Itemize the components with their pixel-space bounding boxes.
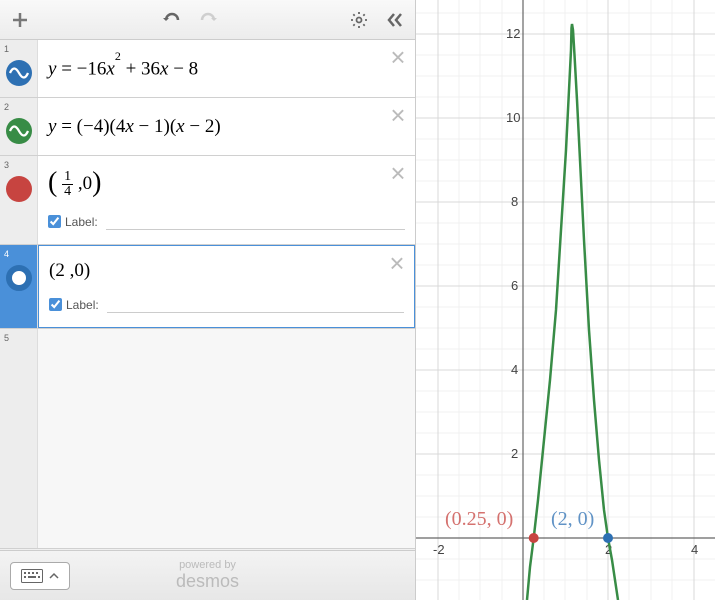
delete-icon[interactable]: ×	[386, 252, 408, 274]
collapse-button[interactable]	[383, 8, 407, 32]
label-input[interactable]	[106, 213, 405, 230]
label-input[interactable]	[107, 296, 404, 313]
expression-row-empty[interactable]: 5	[0, 329, 415, 549]
expression-list: 1 y = −16x2 + 36x − 8 × 2	[0, 40, 415, 550]
point-icon-red[interactable]	[6, 176, 32, 202]
svg-text:12: 12	[506, 26, 520, 41]
expression-index: 5	[0, 329, 38, 548]
wave-icon-blue[interactable]	[6, 60, 32, 86]
axis-labels: -2 2 4 2 4 6 8 10 12	[433, 26, 698, 557]
footer: powered by desmos	[0, 550, 415, 600]
expression-input[interactable]: ( 14 ,0) Label: ×	[38, 156, 415, 244]
delete-icon[interactable]: ×	[387, 46, 409, 68]
point-icon-blue[interactable]	[6, 265, 32, 291]
svg-text:10: 10	[506, 110, 520, 125]
label-text: Label:	[65, 215, 98, 229]
expression-index: 4	[0, 245, 38, 328]
label-checkbox[interactable]	[49, 298, 62, 311]
chevron-up-icon	[49, 572, 59, 580]
keyboard-icon	[21, 569, 43, 583]
expression-panel: 1 y = −16x2 + 36x − 8 × 2	[0, 0, 416, 600]
delete-icon[interactable]: ×	[387, 162, 409, 184]
svg-text:(0.25, 0): (0.25, 0)	[445, 508, 513, 530]
graph-canvas[interactable]: -2 2 4 2 4 6 8 10 12 (0.25, 0) (2, 0)	[416, 0, 715, 600]
expression-index: 2	[0, 98, 38, 155]
expression-input[interactable]: (2 ,0) Label: ×	[38, 245, 415, 328]
add-expression-button[interactable]	[8, 8, 32, 32]
point-red[interactable]	[529, 533, 539, 543]
svg-text:-2: -2	[433, 542, 445, 557]
expression-index: 3	[0, 156, 38, 244]
expression-input[interactable]: y = −16x2 + 36x − 8 ×	[38, 40, 415, 97]
svg-text:4: 4	[691, 542, 698, 557]
settings-button[interactable]	[347, 8, 371, 32]
expression-row-4[interactable]: 4 (2 ,0) Label: ×	[0, 245, 415, 329]
svg-text:(2, 0): (2, 0)	[551, 508, 594, 530]
wave-icon-green[interactable]	[6, 118, 32, 144]
expression-input[interactable]	[38, 329, 415, 548]
expression-input[interactable]: y = (−4)(4x − 1)(x − 2) ×	[38, 98, 415, 155]
label-checkbox[interactable]	[48, 215, 61, 228]
expression-row-2[interactable]: 2 y = (−4)(4x − 1)(x − 2) ×	[0, 98, 415, 156]
graph-panel[interactable]: -2 2 4 2 4 6 8 10 12 (0.25, 0) (2, 0)	[416, 0, 715, 600]
toolbar	[0, 0, 415, 40]
label-text: Label:	[66, 298, 99, 312]
delete-icon[interactable]: ×	[387, 104, 409, 126]
svg-text:6: 6	[511, 278, 518, 293]
point-labels: (0.25, 0) (2, 0)	[445, 508, 594, 530]
expression-row-3[interactable]: 3 ( 14 ,0) Label: ×	[0, 156, 415, 245]
svg-text:2: 2	[511, 446, 518, 461]
point-blue[interactable]	[603, 533, 613, 543]
undo-button[interactable]	[160, 8, 184, 32]
svg-text:4: 4	[511, 362, 518, 377]
brand: powered by desmos	[176, 559, 239, 592]
redo-button[interactable]	[196, 8, 220, 32]
svg-text:8: 8	[511, 194, 518, 209]
expression-row-1[interactable]: 1 y = −16x2 + 36x − 8 ×	[0, 40, 415, 98]
keypad-button[interactable]	[10, 562, 70, 590]
expression-index: 1	[0, 40, 38, 97]
